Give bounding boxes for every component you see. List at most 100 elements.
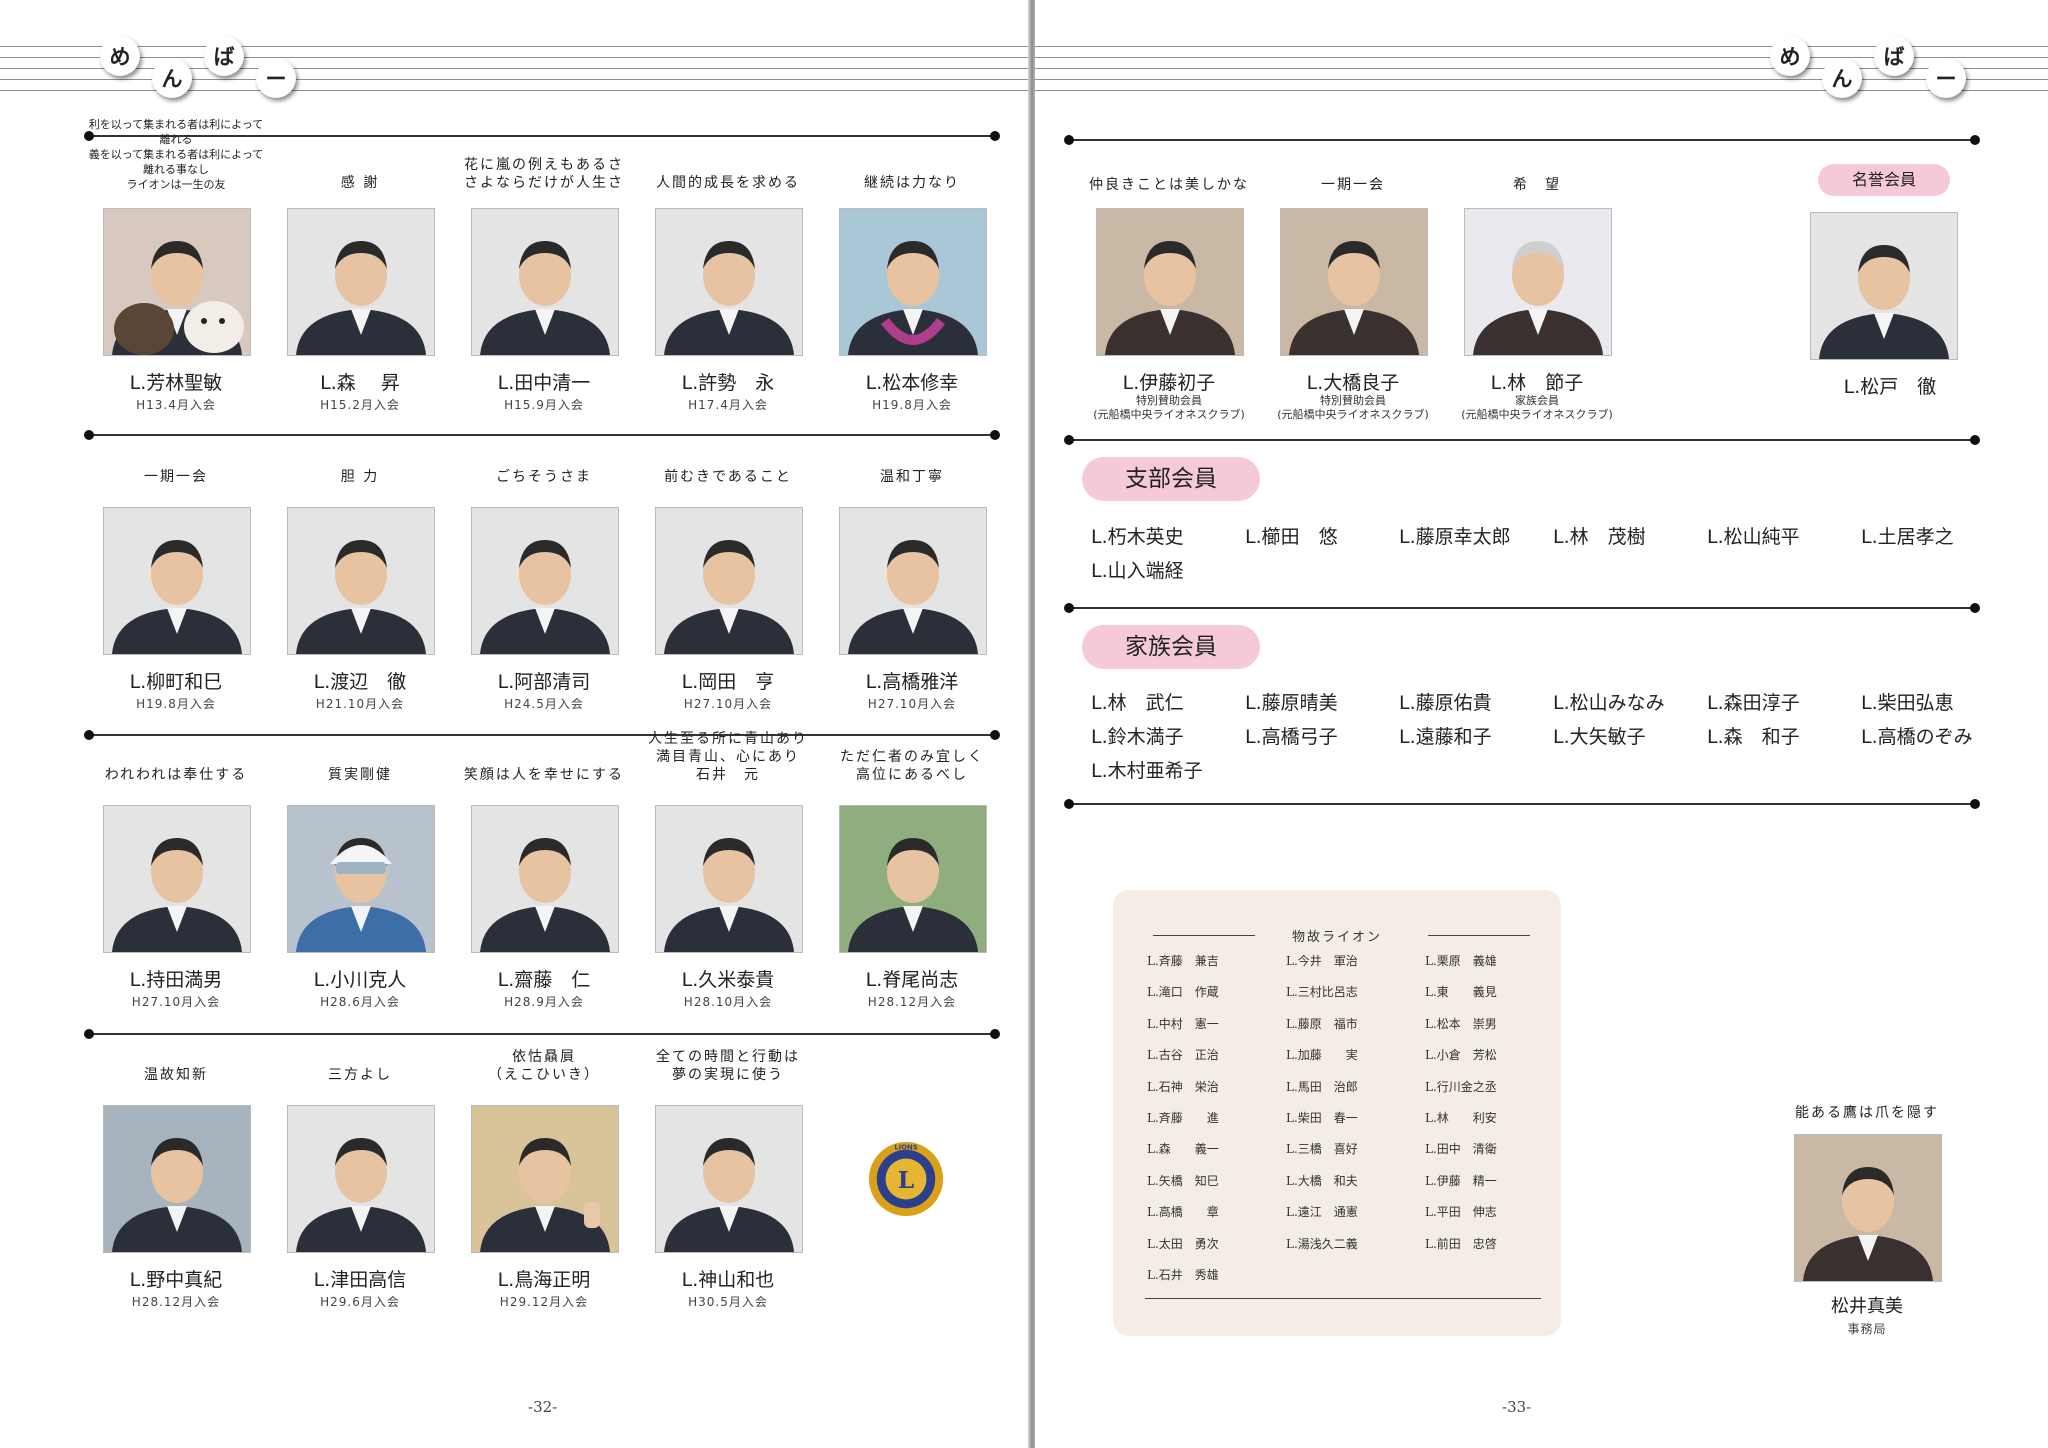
- member-join-date: H19.8月入会: [136, 697, 216, 711]
- list-member-name: L.高橋のぞみ: [1861, 726, 1973, 748]
- member-motto: 一期一会: [144, 469, 208, 485]
- member-join-date: H27.10月入会: [683, 697, 773, 711]
- member-name: L.神山和也: [681, 1269, 775, 1291]
- memorial-name: L.平田 伸志: [1425, 1205, 1497, 1220]
- member-name: L.芳林聖敏: [129, 372, 223, 394]
- member-name: L.伊藤初子: [1122, 372, 1216, 394]
- list-member-name: L.藤原幸太郎: [1399, 526, 1511, 548]
- member-photo: [1810, 212, 1958, 360]
- member-name: L.田中清一: [497, 372, 591, 394]
- header-char-3: ば: [1874, 36, 1914, 76]
- member-join-date: H15.2月入会: [320, 398, 400, 412]
- member-join-date: H27.10月入会: [131, 995, 221, 1009]
- memorial-name: L.栗原 義雄: [1425, 954, 1497, 968]
- section-divider: [1064, 603, 1980, 613]
- list-member-name: L.林 茂樹: [1553, 526, 1646, 548]
- memorial-name: L.小倉 芳松: [1425, 1048, 1497, 1063]
- member-name: L.岡田 亨: [681, 671, 775, 693]
- page-number: -32-: [528, 1398, 558, 1416]
- member-motto: われわれは奉仕する: [104, 767, 248, 783]
- section-divider: [84, 730, 1000, 740]
- member-motto: 三方よし: [328, 1067, 392, 1083]
- member-photo: [471, 805, 619, 953]
- list-member-name: L.遠藤和子: [1399, 726, 1492, 748]
- list-member-name: L.高橋弓子: [1245, 726, 1338, 748]
- member-name: 松井真美: [1831, 1296, 1903, 1317]
- member-motto: 人生至る所に青山あり 満目青山、心にあり 石井 元: [648, 731, 808, 783]
- member-role: 特別賛助会員 (元船橋中央ライオネスクラブ): [1277, 394, 1429, 421]
- member-join-date: H29.6月入会: [320, 1295, 400, 1309]
- memorial-name: L.矢橋 知巳: [1147, 1173, 1219, 1188]
- honorary-label: 名誉会員: [1818, 164, 1950, 196]
- member-photo: [839, 805, 987, 953]
- member-name: L.阿部清司: [497, 671, 591, 693]
- list-member-name: L.森 和子: [1707, 726, 1800, 748]
- list-member-name: L.木村亜希子: [1091, 760, 1203, 782]
- member-join-date: H28.6月入会: [320, 995, 400, 1009]
- member-join-date: H17.4月入会: [688, 398, 768, 412]
- member-photo: [839, 507, 987, 655]
- section-divider: [1064, 435, 1980, 445]
- list-member-name: L.大矢敏子: [1553, 726, 1646, 748]
- member-join-date: H21.10月入会: [315, 697, 405, 711]
- member-photo: [1464, 208, 1612, 356]
- page-number: -33-: [1502, 1398, 1532, 1416]
- memorial-name: L.三橋 喜好: [1286, 1142, 1358, 1157]
- list-member-name: L.松山みなみ: [1553, 692, 1665, 714]
- member-join-date: H29.12月入会: [499, 1295, 589, 1309]
- memorial-box: 物故ライオン L.斉藤 兼吉 L.滝口 作蔵 L.中村 憲一 L.古谷 正治 L.石神 …: [1113, 890, 1561, 1336]
- member-motto: 仲良きことは美しかな: [1089, 177, 1249, 193]
- header-char-1: め: [1770, 36, 1810, 76]
- member-join-date: H28.9月入会: [504, 995, 584, 1009]
- member-motto: 笑顔は人を幸せにする: [463, 767, 625, 783]
- memorial-name: L.太田 勇次: [1147, 1236, 1219, 1251]
- member-name: L.齋藤 仁: [497, 969, 591, 991]
- memorial-bottom-rule: [1145, 1298, 1541, 1299]
- memorial-name: L.馬田 治郎: [1286, 1079, 1358, 1094]
- member-photo: [1280, 208, 1428, 356]
- member-name: L.野中真紀: [129, 1269, 223, 1291]
- member-name: L.松本修幸: [865, 372, 959, 394]
- member-motto: 一期一会: [1321, 177, 1385, 193]
- member-join-date: H24.5月入会: [504, 697, 584, 711]
- member-motto: 温故知新: [144, 1067, 208, 1083]
- list-member-name: L.土居孝之: [1861, 526, 1954, 548]
- member-photo: [1096, 208, 1244, 356]
- member-photo: [655, 507, 803, 655]
- member-join-date: H19.8月入会: [872, 398, 952, 412]
- member-motto: 温和丁寧: [880, 469, 944, 485]
- member-join-date: H15.9月入会: [504, 398, 584, 412]
- member-photo: [103, 507, 251, 655]
- member-photo: [471, 208, 619, 356]
- member-role: 事務局: [1847, 1322, 1887, 1336]
- member-photo: [471, 1105, 619, 1253]
- memorial-name: L.遠江 通憲: [1286, 1205, 1358, 1220]
- member-motto: 能ある鷹は爪を隠す: [1795, 1105, 1939, 1121]
- list-member-name: L.山入端経: [1091, 560, 1184, 582]
- member-name: L.松戸 徹: [1843, 376, 1937, 398]
- member-name: L.許勢 永: [681, 372, 775, 394]
- list-member-name: L.森田淳子: [1707, 692, 1800, 714]
- family-members-label: 家族会員: [1082, 625, 1260, 669]
- member-motto: 利を以って集まれる者は利によって離れる 義を以って集まれる者は利によって離れる事…: [88, 118, 264, 191]
- member-motto: 全ての時間と行動は 夢の実現に使う: [656, 1049, 800, 1083]
- list-member-name: L.藤原晴美: [1245, 692, 1338, 714]
- list-member-name: L.鈴木満子: [1091, 726, 1184, 748]
- memorial-name: L.加藤 実: [1286, 1048, 1358, 1063]
- memorial-name: L.石井 秀雄: [1147, 1268, 1219, 1282]
- memorial-name: L.石神 栄治: [1147, 1079, 1219, 1094]
- member-motto: 胆 力: [340, 469, 380, 485]
- member-motto: 感 謝: [340, 175, 380, 191]
- memorial-name: L.柴田 春一: [1286, 1111, 1358, 1125]
- memorial-name: L.今井 軍治: [1286, 954, 1358, 968]
- memorial-name: L.斉藤 進: [1147, 1111, 1219, 1125]
- member-photo: [471, 507, 619, 655]
- member-role: 特別賛助会員 (元船橋中央ライオネスクラブ): [1093, 394, 1245, 421]
- member-photo: [655, 805, 803, 953]
- member-photo: [655, 1105, 803, 1253]
- memorial-name: L.伊藤 精一: [1425, 1173, 1497, 1188]
- lions-logo: L LIONS: [868, 1141, 944, 1217]
- header-char-4: ー: [256, 58, 296, 98]
- header-char-1: め: [100, 36, 140, 76]
- member-motto: 前むきであること: [664, 469, 792, 485]
